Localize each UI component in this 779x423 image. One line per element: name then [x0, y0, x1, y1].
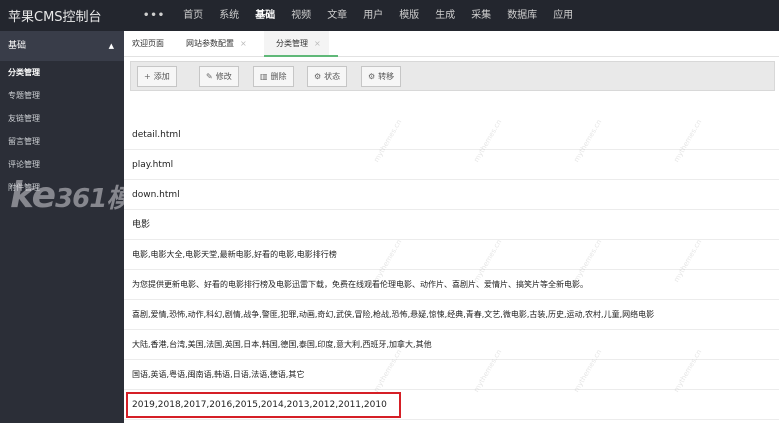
nav-item-database[interactable]: 数据库	[499, 0, 545, 31]
tab-bar: 欢迎页面 网站参数配置 × 分类管理 ×	[124, 31, 779, 57]
list-item[interactable]: 大陆,香港,台湾,美国,法国,英国,日本,韩国,德国,泰国,印度,意大利,西班牙…	[124, 330, 779, 360]
sidebar-item-category[interactable]: 分类管理	[0, 61, 124, 84]
nav-item-apps[interactable]: 应用	[545, 0, 581, 31]
add-button[interactable]: + 添加	[137, 66, 177, 87]
edit-button[interactable]: ✎ 修改	[199, 66, 239, 87]
tab-category-manage[interactable]: 分类管理 ×	[264, 31, 329, 57]
nav-more-icon[interactable]: •••	[137, 0, 175, 31]
nav-item-article[interactable]: 文章	[319, 0, 355, 31]
nav-item-collect[interactable]: 采集	[463, 0, 499, 31]
sidebar-item-links[interactable]: 友链管理	[0, 107, 124, 130]
plus-icon: +	[144, 72, 151, 81]
sidebar: 基础 ▲ 分类管理 专题管理 友链管理 留言管理 评论管理 附件管理	[0, 31, 124, 423]
nav-item-video[interactable]: 视频	[283, 0, 319, 31]
nav-item-home[interactable]: 首页	[175, 0, 211, 31]
caret-up-icon: ▲	[108, 42, 114, 50]
list-item[interactable]: 喜剧,爱情,恐怖,动作,科幻,剧情,战争,警匪,犯罪,动画,奇幻,武侠,冒险,枪…	[124, 300, 779, 330]
app-title: 苹果CMS控制台	[8, 10, 102, 25]
move-button[interactable]: ⚙ 转移	[361, 66, 402, 87]
top-nav: ••• 首页 系统 基础 视频 文章 用户 模版 生成 采集 数据库 应用	[137, 0, 581, 31]
top-bar: 苹果CMS控制台 ••• 首页 系统 基础 视频 文章 用户 模版 生成 采集 …	[0, 0, 779, 31]
trash-icon: ▥	[260, 72, 268, 81]
gear-icon: ⚙	[368, 72, 376, 81]
status-button[interactable]: ⚙ 状态	[307, 66, 348, 87]
tab-site-config[interactable]: 网站参数配置 ×	[186, 31, 247, 57]
toolbar: + 添加 ✎ 修改 ▥ 删除 ⚙ 状态 ⚙ 转移	[130, 61, 775, 91]
delete-button[interactable]: ▥ 删除	[253, 66, 294, 87]
nav-item-generate[interactable]: 生成	[427, 0, 463, 31]
sidebar-item-guestbook[interactable]: 留言管理	[0, 130, 124, 153]
main-content: + 添加 ✎ 修改 ▥ 删除 ⚙ 状态 ⚙ 转移 detail.html play.htm…	[124, 57, 779, 423]
sidebar-group-basic[interactable]: 基础 ▲	[0, 31, 124, 61]
sidebar-item-topic[interactable]: 专题管理	[0, 84, 124, 107]
highlight-box	[126, 392, 401, 418]
sidebar-item-comments[interactable]: 评论管理	[0, 153, 124, 176]
list-item[interactable]: down.html	[124, 180, 779, 210]
list-item[interactable]: 电影	[124, 210, 779, 240]
nav-item-basic[interactable]: 基础	[247, 0, 283, 31]
nav-item-template[interactable]: 模版	[391, 0, 427, 31]
close-icon[interactable]: ×	[240, 39, 247, 48]
sidebar-group-label: 基础	[8, 41, 27, 51]
tab-welcome[interactable]: 欢迎页面	[132, 31, 164, 57]
close-icon[interactable]: ×	[314, 39, 321, 48]
nav-item-system[interactable]: 系统	[211, 0, 247, 31]
pencil-icon: ✎	[206, 72, 213, 81]
gear-icon: ⚙	[314, 72, 322, 81]
nav-item-user[interactable]: 用户	[355, 0, 391, 31]
